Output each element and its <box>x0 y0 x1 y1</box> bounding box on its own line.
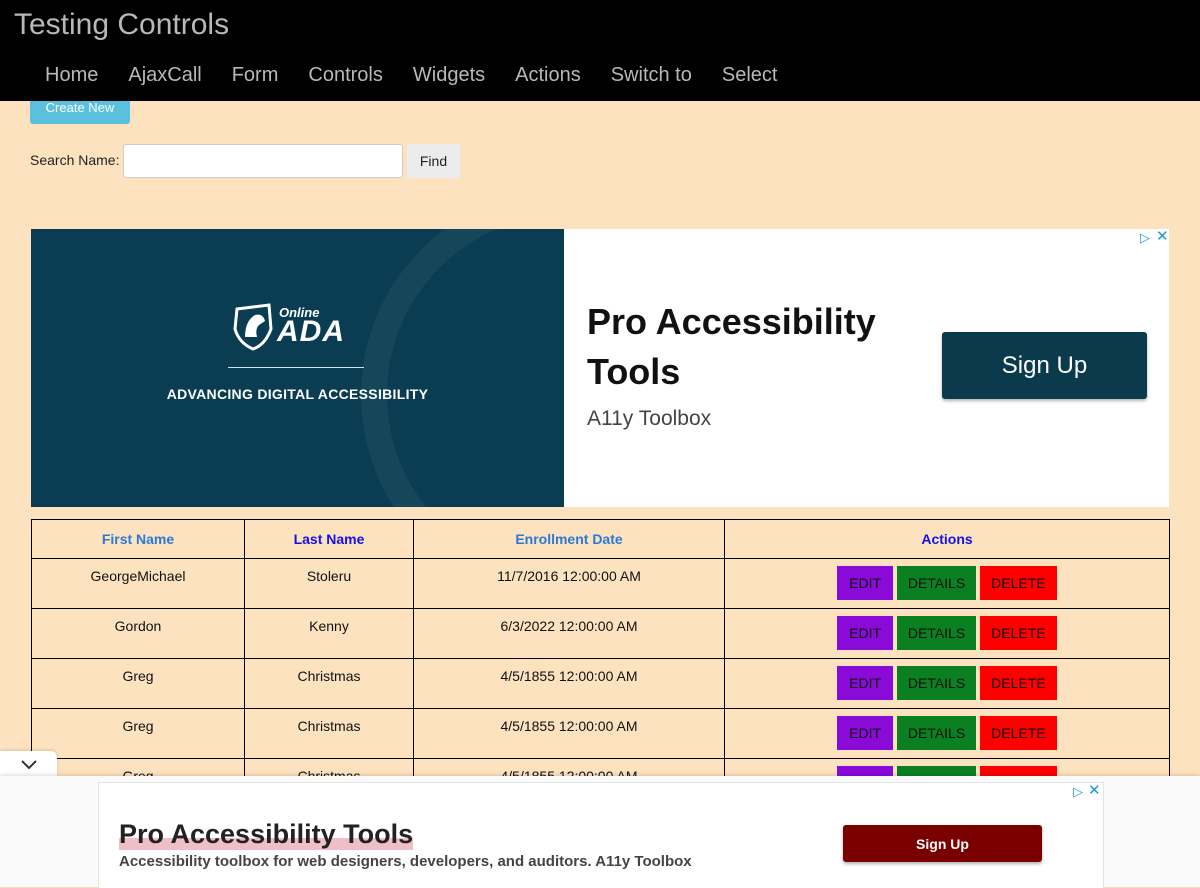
nav-form[interactable]: Form <box>217 61 294 89</box>
cell-enrollment-date: 4/5/1855 12:00:00 AM <box>413 708 725 759</box>
header-last-name[interactable]: Last Name <box>244 519 414 559</box>
ad-divider <box>228 367 364 368</box>
ad-decorative-circle <box>361 229 564 507</box>
bottom-ad-signup-button[interactable]: Sign Up <box>843 825 1042 862</box>
ad-subtitle: A11y Toolbox <box>587 407 712 430</box>
delete-button[interactable]: DELETE <box>979 666 1057 700</box>
cell-first-name: Greg <box>31 658 245 709</box>
students-table: First Name Last Name Enrollment Date Act… <box>31 519 1170 809</box>
details-button[interactable]: DETAILS <box>897 666 976 700</box>
table-row: Greg Christmas 4/5/1855 12:00:00 AM EDIT… <box>31 708 1170 759</box>
cell-enrollment-date: 6/3/2022 12:00:00 AM <box>413 608 725 659</box>
ad-logo-ada: ADA <box>277 315 345 348</box>
app-title[interactable]: Testing Controls <box>14 8 229 42</box>
find-button[interactable]: Find <box>407 144 460 178</box>
table-row: GeorgeMichael Stoleru 11/7/2016 12:00:00… <box>31 558 1170 609</box>
nav-widgets[interactable]: Widgets <box>398 61 500 89</box>
edit-button[interactable]: EDIT <box>837 716 894 750</box>
close-icon[interactable]: ✕ <box>1156 229 1169 244</box>
bottom-ad-content[interactable]: Pro Accessibility Tools Accessibility to… <box>98 782 1104 888</box>
cell-last-name: Christmas <box>244 658 414 709</box>
nav-select[interactable]: Select <box>707 61 793 89</box>
nav-switch-to[interactable]: Switch to <box>596 61 707 89</box>
edit-button[interactable]: EDIT <box>837 616 894 650</box>
edit-button[interactable]: EDIT <box>837 666 894 700</box>
nav-home[interactable]: Home <box>30 61 113 89</box>
ad-banner-image: Online ADA ADVANCING DIGITAL ACCESSIBILI… <box>31 229 564 507</box>
details-button[interactable]: DETAILS <box>897 616 976 650</box>
cell-first-name: GeorgeMichael <box>31 558 245 609</box>
nav-controls[interactable]: Controls <box>293 61 397 89</box>
table-row: Gordon Kenny 6/3/2022 12:00:00 AM EDIT D… <box>31 608 1170 659</box>
bottom-ad-title: Pro Accessibility Tools <box>119 819 414 850</box>
header-first-name[interactable]: First Name <box>31 519 245 559</box>
details-button[interactable]: DETAILS <box>897 566 976 600</box>
cell-last-name: Kenny <box>244 608 414 659</box>
cell-enrollment-date: 4/5/1855 12:00:00 AM <box>413 658 725 709</box>
search-name-input[interactable] <box>123 144 403 178</box>
cell-enrollment-date: 11/7/2016 12:00:00 AM <box>413 558 725 609</box>
ad-choices-icon[interactable]: ▷ <box>1073 785 1083 798</box>
delete-button[interactable]: DELETE <box>979 616 1057 650</box>
close-icon[interactable]: ✕ <box>1088 783 1101 798</box>
table-row: Greg Christmas 4/5/1855 12:00:00 AM EDIT… <box>31 658 1170 709</box>
ad-title: Pro Accessibility Tools <box>587 301 876 392</box>
details-button[interactable]: DETAILS <box>897 716 976 750</box>
ad-tagline: ADVANCING DIGITAL ACCESSIBILITY <box>166 386 429 402</box>
ad-signup-button[interactable]: Sign Up <box>942 332 1147 399</box>
cell-last-name: Stoleru <box>244 558 414 609</box>
header-actions: Actions <box>724 519 1170 559</box>
ad-banner[interactable]: Online ADA ADVANCING DIGITAL ACCESSIBILI… <box>31 229 1169 507</box>
delete-button[interactable]: DELETE <box>979 566 1057 600</box>
cell-last-name: Christmas <box>244 708 414 759</box>
bottom-ad-banner: Pro Accessibility Tools Accessibility to… <box>0 776 1200 888</box>
cell-actions: EDIT DETAILS DELETE <box>724 558 1170 609</box>
cell-actions: EDIT DETAILS DELETE <box>724 608 1170 659</box>
nav-actions[interactable]: Actions <box>500 61 596 89</box>
cell-actions: EDIT DETAILS DELETE <box>724 708 1170 759</box>
search-label: Search Name: <box>30 152 120 168</box>
cell-first-name: Greg <box>31 708 245 759</box>
cell-first-name: Gordon <box>31 608 245 659</box>
chevron-down-icon <box>20 760 37 770</box>
bottom-ad-subtitle: Accessibility toolbox for web designers,… <box>119 853 692 870</box>
edit-button[interactable]: EDIT <box>837 566 894 600</box>
ad-choices-icon[interactable]: ▷ <box>1140 231 1150 244</box>
nav-menu: Home AjaxCall Form Controls Widgets Acti… <box>30 61 792 89</box>
nav-ajaxcall[interactable]: AjaxCall <box>113 61 216 89</box>
header-enrollment-date[interactable]: Enrollment Date <box>413 519 725 559</box>
collapse-ad-button[interactable] <box>0 751 57 777</box>
cell-actions: EDIT DETAILS DELETE <box>724 658 1170 709</box>
navbar: Testing Controls Home AjaxCall Form Cont… <box>0 0 1200 101</box>
table-header-row: First Name Last Name Enrollment Date Act… <box>31 519 1170 559</box>
delete-button[interactable]: DELETE <box>979 716 1057 750</box>
